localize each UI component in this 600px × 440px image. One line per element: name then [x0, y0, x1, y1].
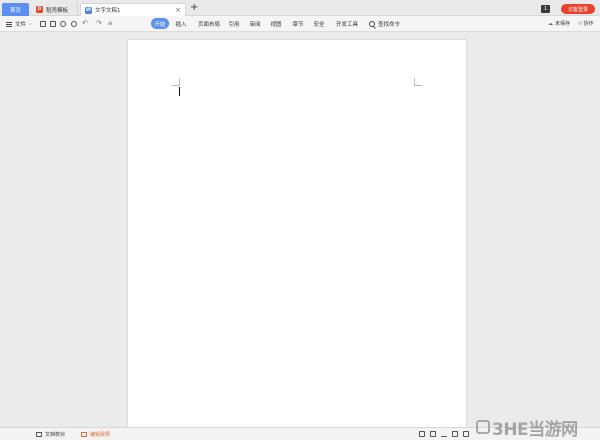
fullscreen-icon[interactable]: [419, 431, 425, 437]
file-menu-label: 文件: [15, 22, 27, 28]
tab-view[interactable]: 视图: [268, 18, 284, 29]
proofread-label: 文档校对: [45, 432, 66, 438]
customize-icon[interactable]: ⊕: [108, 21, 112, 27]
search-command[interactable]: 查找命令: [369, 18, 400, 29]
print-icon[interactable]: [50, 21, 56, 27]
close-icon[interactable]: ×: [175, 6, 181, 14]
cloud-save-label: 未保存: [555, 21, 571, 27]
search-label: 查找命令: [378, 21, 401, 28]
export-pdf-icon[interactable]: [71, 21, 77, 27]
restricted-label: 编辑受限: [90, 432, 111, 438]
tab-store-label: 稻壳模板: [46, 7, 69, 14]
margin-corner-top-left: [172, 78, 180, 86]
restricted-icon: [81, 432, 87, 437]
tab-home[interactable]: 首页: [2, 3, 29, 16]
tab-document[interactable]: W 文字文稿1 ×: [80, 3, 186, 16]
file-menu[interactable]: 文件 ⌵: [15, 16, 32, 32]
tab-page-layout[interactable]: 页面布局: [196, 18, 222, 29]
chevron-down-icon: ⌵: [28, 20, 33, 27]
tab-references[interactable]: 引用: [226, 18, 242, 29]
tab-doc-label: 文字文稿1: [95, 8, 121, 14]
edit-restricted-notice[interactable]: 编辑受限: [81, 428, 110, 440]
cloud-icon: ☁: [548, 20, 553, 27]
guest-login-button[interactable]: 访客登录: [561, 4, 595, 14]
document-workspace: [0, 33, 600, 427]
proofread-button[interactable]: 文档校对: [36, 428, 65, 440]
document-page[interactable]: [128, 40, 466, 427]
pen-icon[interactable]: [441, 431, 447, 437]
watermark-logo-icon: [476, 420, 490, 434]
writer-doc-icon: W: [85, 6, 92, 14]
tab-docer-templates[interactable]: D 稻壳模板: [32, 3, 78, 16]
undo-icon[interactable]: ↶: [82, 19, 88, 27]
watermark-text: 3HE当游网: [492, 419, 578, 440]
proofread-icon: [36, 432, 42, 437]
redo-icon[interactable]: ↷: [96, 19, 102, 27]
tab-chapter[interactable]: 章节: [290, 18, 306, 29]
tab-bar: 首页 D 稻壳模板 W 文字文稿1 × + 1 访客登录: [0, 0, 600, 16]
web-layout-icon[interactable]: [452, 431, 458, 437]
tab-start[interactable]: 开始: [151, 18, 169, 29]
margin-corner-top-right: [414, 78, 422, 86]
outline-icon[interactable]: [463, 431, 469, 437]
window-count-badge[interactable]: 1: [541, 5, 550, 13]
cloud-save-status[interactable]: ☁ 未保存: [548, 18, 570, 29]
menu-icon[interactable]: [6, 16, 14, 32]
page-view-icon[interactable]: [430, 431, 436, 437]
collaborate-button[interactable]: ⚇ 协作: [578, 18, 594, 29]
menu-toolbar: 文件 ⌵ ↶ ↷ ⊕ 开始 插入 页面布局 引用 审阅 视图 章节 安全 开发工…: [0, 16, 600, 32]
save-icon[interactable]: [40, 21, 46, 27]
search-icon: [369, 20, 375, 27]
text-caret: [179, 87, 180, 96]
people-icon: ⚇: [578, 20, 583, 27]
tab-security[interactable]: 安全: [311, 18, 327, 29]
site-watermark: 3HE当游网: [476, 416, 578, 440]
docer-logo-icon: D: [36, 6, 43, 13]
collaborate-label: 协作: [583, 21, 594, 27]
print-preview-icon[interactable]: [60, 21, 66, 27]
tab-insert[interactable]: 插入: [173, 18, 189, 29]
tab-developer-tools[interactable]: 开发工具: [334, 18, 360, 29]
tab-review[interactable]: 审阅: [247, 18, 263, 29]
new-tab-button[interactable]: +: [190, 3, 198, 13]
